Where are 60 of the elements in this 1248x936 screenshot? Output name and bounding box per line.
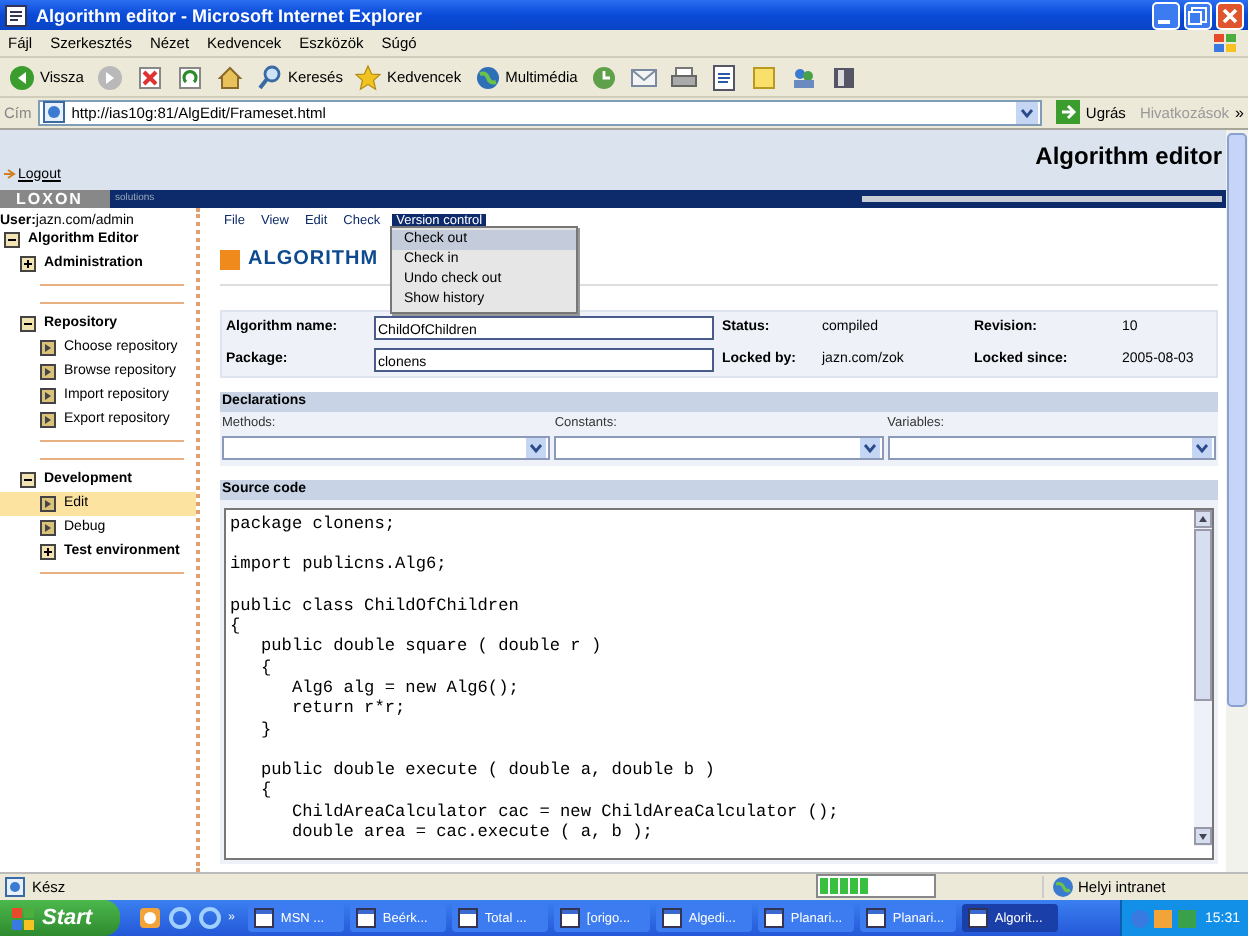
code-line: {	[258, 657, 274, 678]
page-title: Algorithm editor	[1035, 141, 1222, 170]
section-heading: ALGORITHM	[248, 248, 379, 271]
window-icon	[662, 908, 683, 929]
refresh-icon	[175, 63, 204, 91]
history-icon	[589, 63, 618, 91]
note-icon	[749, 63, 778, 91]
search-icon	[255, 63, 284, 91]
code-line: }	[258, 719, 274, 740]
code-line: {	[258, 780, 274, 802]
code-line: public class ChildOfChildren	[230, 595, 521, 617]
printer-icon	[669, 63, 698, 91]
forward-icon	[95, 63, 124, 91]
code-line: public double square ( double r )	[258, 636, 604, 658]
window-icon	[458, 908, 479, 929]
expand-icon	[40, 543, 56, 560]
window-icon	[866, 908, 887, 929]
book-icon	[829, 63, 858, 91]
expand-icon	[20, 255, 36, 272]
code-line: {	[230, 616, 243, 637]
dropdown-field[interactable]	[222, 435, 551, 460]
window-icon	[560, 908, 581, 929]
code-line: import publicns.Alg6;	[230, 554, 449, 575]
stop-icon	[135, 63, 164, 91]
back-icon	[8, 63, 36, 91]
dropdown-field[interactable]	[554, 435, 884, 460]
star-icon	[354, 63, 383, 91]
windows-flag-icon	[1212, 31, 1240, 56]
envelope-icon	[629, 63, 658, 91]
code-line: ChildAreaCalculator cac = new ChildAreaCalculator ();	[289, 801, 841, 822]
window-icon	[356, 908, 377, 929]
globe-icon	[473, 63, 502, 91]
collapse-icon	[20, 315, 36, 332]
people-icon	[789, 63, 818, 91]
square-icon	[220, 249, 240, 270]
document-icon	[709, 63, 738, 91]
home-icon	[215, 63, 244, 91]
globe-icon	[1052, 875, 1074, 898]
dropdown-field[interactable]	[887, 435, 1216, 460]
code-line: package clonens;	[230, 513, 398, 534]
dropdown-arrow-icon	[1191, 437, 1212, 458]
chevron-button[interactable]: »	[1235, 103, 1244, 122]
arrow-right-icon	[1055, 100, 1080, 125]
code-line: public double execute ( double a, double b )	[258, 760, 717, 781]
dropdown-arrow-icon	[859, 437, 880, 458]
code-line: return r*r;	[289, 698, 408, 720]
collapse-icon	[20, 471, 36, 488]
window-icon	[254, 908, 275, 929]
code-line: Alg6 alg = new Alg6();	[289, 677, 521, 699]
printer-button[interactable]	[665, 61, 702, 93]
window-title: Algorithm editor - Microsoft Internet Explorer	[36, 5, 425, 26]
window-icon	[968, 908, 989, 929]
collapse-icon	[4, 231, 20, 248]
windows-flag-icon	[12, 907, 36, 930]
ie-page-icon	[4, 3, 28, 28]
code-line: double area = cac.execute ( a, b );	[289, 822, 655, 843]
tray-icons	[1130, 907, 1199, 930]
dropdown-arrow-icon	[526, 437, 547, 458]
window-icon	[764, 908, 785, 929]
arrow-icon	[4, 168, 16, 181]
